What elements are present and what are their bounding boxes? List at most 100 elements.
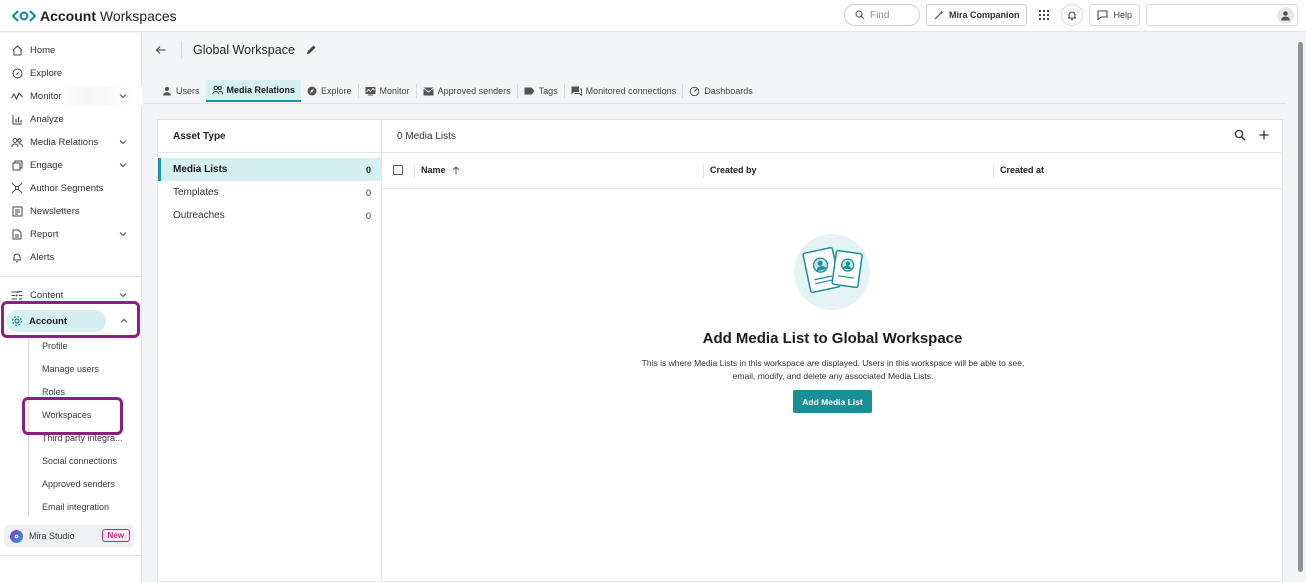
mira-studio-label: Mira Studio	[29, 531, 75, 541]
monitor-icon	[365, 87, 376, 96]
page-scrollbar[interactable]	[1298, 42, 1303, 572]
sidebar-subitem-email-integration[interactable]: Email integration	[42, 500, 109, 514]
help-button[interactable]: Help	[1089, 4, 1140, 26]
top-bar: Account Workspaces Find Mira Companion H…	[0, 0, 1306, 32]
notifications-button[interactable]	[1061, 4, 1084, 26]
sidebar-item-analyze[interactable]: Analyze	[0, 109, 142, 129]
media-lists-count: 0 Media Lists	[397, 130, 456, 142]
mira-companion-button[interactable]: Mira Companion	[925, 4, 1028, 26]
search-icon[interactable]	[1234, 129, 1246, 141]
sidebar-subitem-social-connections[interactable]: Social connections	[42, 454, 117, 468]
sidebar-item-alerts[interactable]: Alerts	[0, 247, 142, 267]
select-all-checkbox[interactable]	[393, 165, 403, 175]
asset-row-templates[interactable]: Templates 0	[158, 181, 381, 204]
user-menu[interactable]	[1146, 4, 1298, 26]
sidebar: Home Explore Monitor Analyze Media Relat…	[0, 33, 142, 582]
chat-icon	[571, 86, 582, 96]
sidebar-item-media-relations[interactable]: Media Relations	[0, 132, 142, 152]
engage-icon	[11, 159, 23, 171]
mail-icon	[422, 87, 434, 95]
find-placeholder: Find	[869, 9, 890, 21]
tab-approved-senders[interactable]: Approved senders	[417, 80, 517, 102]
sidebar-item-author-segments[interactable]: Author Segments	[0, 178, 142, 198]
column-name-label: Name	[421, 165, 446, 175]
avatar-icon[interactable]	[1277, 7, 1294, 24]
sidebar-item-label: Newsletters	[30, 205, 80, 217]
chevron-down-icon[interactable]	[118, 137, 128, 147]
chevron-down-icon[interactable]	[118, 290, 128, 300]
help-label: Help	[1113, 10, 1132, 20]
sidebar-item-report[interactable]: Report	[0, 224, 142, 244]
sidebar-item-explore[interactable]: Explore	[0, 63, 142, 83]
add-icon[interactable]	[1258, 129, 1270, 141]
sidebar-item-label: Media Relations	[30, 136, 99, 148]
tab-monitored-connections[interactable]: Monitored connections	[565, 80, 683, 102]
column-created-by[interactable]: Created by	[710, 165, 757, 175]
find-input[interactable]: Find	[843, 4, 920, 26]
sidebar-item-label: Content	[30, 289, 64, 301]
tab-users[interactable]: Users	[156, 80, 206, 102]
media-list-illustration-icon	[794, 234, 870, 310]
segments-icon	[11, 182, 23, 194]
tab-label: Tags	[538, 86, 558, 96]
sidebar-subitem-profile[interactable]: Profile	[42, 339, 68, 353]
bell-icon	[1068, 11, 1077, 20]
bell-icon	[11, 251, 23, 263]
chevron-down-icon[interactable]	[118, 229, 128, 239]
tab-media-relations[interactable]: Media Relations	[205, 80, 302, 102]
sidebar-item-monitor[interactable]: Monitor	[0, 86, 142, 106]
compass-icon	[307, 86, 317, 96]
sidebar-item-label: Home	[30, 44, 56, 56]
gauge-icon	[689, 86, 700, 96]
page-header: Global Workspace	[143, 33, 1306, 67]
people-icon	[211, 85, 223, 95]
search-icon	[855, 10, 865, 20]
sidebar-item-label: Engage	[30, 159, 63, 171]
tab-label: Dashboards	[704, 86, 753, 96]
app-title: Account Workspaces	[40, 7, 177, 24]
sidebar-item-home[interactable]: Home	[0, 40, 142, 60]
asset-row-outreaches[interactable]: Outreaches 0	[158, 204, 381, 227]
chart-icon	[11, 113, 23, 125]
column-divider	[993, 164, 994, 178]
tag-icon	[524, 87, 535, 95]
media-lists-panel: 0 Media Lists Name Created by Created at	[382, 119, 1283, 582]
tab-explore[interactable]: Explore	[301, 80, 358, 102]
sidebar-divider	[0, 276, 142, 277]
sidebar-subitem-manage-users[interactable]: Manage users	[42, 362, 99, 376]
tab-label: Approved senders	[437, 86, 511, 96]
annotation-highlight-workspaces	[22, 397, 123, 435]
column-divider	[414, 164, 415, 178]
tab-label: Monitored connections	[585, 86, 677, 96]
sort-ascending-icon[interactable]	[452, 165, 460, 175]
tab-tags[interactable]: Tags	[518, 80, 564, 102]
tab-dashboards[interactable]: Dashboards	[683, 80, 759, 102]
column-created-at[interactable]: Created at	[1000, 165, 1044, 175]
tab-label: Media Relations	[226, 85, 296, 95]
new-badge: New	[101, 529, 130, 542]
chevron-down-icon[interactable]	[118, 91, 128, 101]
page-title: Global Workspace	[193, 43, 295, 57]
sidebar-subitem-approved-senders[interactable]: Approved senders	[42, 477, 115, 491]
column-name[interactable]: Name	[421, 165, 460, 175]
sidebar-item-engage[interactable]: Engage	[0, 155, 142, 175]
sidebar-item-newsletters[interactable]: Newsletters	[0, 201, 142, 221]
mira-companion-label: Mira Companion	[948, 10, 1020, 20]
sidebar-divider	[0, 555, 142, 556]
compass-icon	[11, 67, 23, 79]
grid-icon	[1039, 10, 1050, 20]
pencil-icon[interactable]	[305, 44, 317, 56]
asset-row-media-lists[interactable]: Media Lists 0	[158, 158, 381, 181]
app-logo[interactable]	[12, 9, 36, 23]
back-arrow-icon[interactable]	[155, 44, 167, 56]
asset-row-label: Outreaches	[173, 210, 225, 221]
chevron-down-icon[interactable]	[118, 160, 128, 170]
empty-state-description: This is where Media Lists in this worksp…	[641, 358, 1025, 381]
tab-monitor[interactable]: Monitor	[359, 80, 416, 102]
annotation-highlight-account	[1, 301, 140, 338]
asset-row-label: Templates	[173, 187, 219, 198]
apps-grid-button[interactable]	[1033, 4, 1055, 26]
mira-studio-button[interactable]: Mira Studio New	[4, 525, 134, 547]
add-media-list-button[interactable]: Add Media List	[793, 390, 872, 413]
newsletter-icon	[11, 205, 23, 217]
